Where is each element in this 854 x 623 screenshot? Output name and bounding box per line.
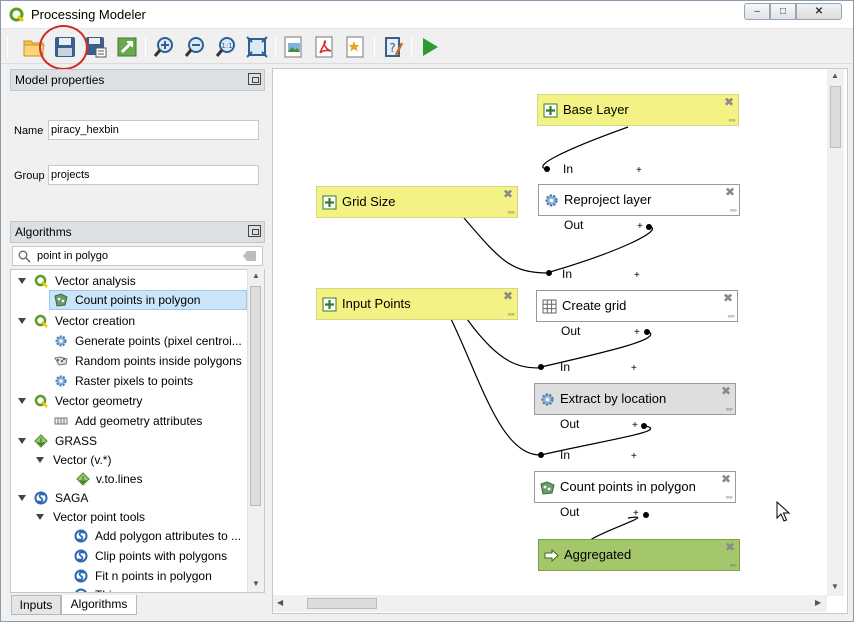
delete-node-icon[interactable]: ✖: [725, 186, 735, 198]
count-points-icon: [540, 481, 555, 495]
link-base-to-reproject: [542, 126, 629, 170]
node-base-layer[interactable]: Base Layer ✖ ◦◦◦: [537, 94, 739, 126]
node-label: Create grid: [562, 298, 627, 313]
node-label: Reproject layer: [564, 192, 652, 207]
port-dot[interactable]: [544, 166, 550, 172]
scroll-up-arrow-icon[interactable]: ▲: [831, 71, 839, 80]
link-points-to-extract: [466, 318, 542, 369]
expand-port-icon[interactable]: +: [636, 166, 642, 176]
node-label: Count points in polygon: [560, 479, 696, 494]
link-points-to-count: [450, 318, 542, 456]
node-menu-icon[interactable]: ◦◦◦: [507, 208, 515, 217]
node-menu-icon[interactable]: ◦◦◦: [729, 561, 737, 570]
expand-port-icon[interactable]: +: [632, 421, 638, 431]
gear-icon: [541, 393, 554, 406]
processing-modeler-window: Processing Modeler – □ ✕ 1:1 ? Model pro…: [0, 0, 854, 622]
plus-input-icon: [322, 297, 337, 312]
plus-input-icon: [322, 195, 337, 210]
expand-port-icon[interactable]: +: [633, 509, 639, 519]
mouse-cursor-icon: [776, 501, 791, 522]
scroll-down-arrow-icon[interactable]: ▼: [831, 582, 839, 591]
delete-node-icon[interactable]: ✖: [721, 385, 731, 397]
port-out-label: Out: [564, 218, 584, 232]
node-grid-size[interactable]: Grid Size ✖ ◦◦◦: [316, 186, 518, 218]
port-dot[interactable]: [538, 364, 544, 370]
scroll-left-arrow-icon[interactable]: ◀: [277, 598, 283, 607]
expand-port-icon[interactable]: +: [634, 328, 640, 338]
output-arrow-icon: [544, 548, 559, 563]
node-label: Extract by location: [560, 391, 667, 406]
node-extract-by-location[interactable]: Extract by location ✖ ◦◦◦: [534, 383, 736, 415]
node-menu-icon[interactable]: ◦◦◦: [729, 206, 737, 215]
node-menu-icon[interactable]: ◦◦◦: [728, 116, 736, 125]
port-in-label: In: [560, 448, 571, 462]
node-label: Grid Size: [342, 194, 396, 209]
canvas-horizontal-scroll-thumb[interactable]: [307, 598, 377, 609]
node-menu-icon[interactable]: ◦◦◦: [725, 405, 733, 414]
delete-node-icon[interactable]: ✖: [724, 96, 734, 108]
canvas-vertical-scrollbar[interactable]: ▲ ▼: [827, 69, 844, 596]
node-create-grid[interactable]: Create grid ✖ ◦◦◦: [536, 290, 738, 322]
node-label: Aggregated: [564, 547, 632, 562]
node-count-points-in-polygon[interactable]: Count points in polygon ✖ ◦◦◦: [534, 471, 736, 503]
port-in-label: In: [562, 267, 573, 281]
link-count-to-aggregated: [588, 516, 639, 542]
node-menu-icon[interactable]: ◦◦◦: [507, 310, 515, 319]
grid-icon: [542, 299, 557, 314]
delete-node-icon[interactable]: ✖: [723, 292, 733, 304]
node-aggregated-output[interactable]: Aggregated ✖ ◦◦◦: [538, 539, 740, 571]
canvas-vertical-scroll-thumb[interactable]: [830, 86, 841, 148]
delete-node-icon[interactable]: ✖: [721, 473, 731, 485]
port-dot[interactable]: [646, 224, 652, 230]
node-label: Base Layer: [563, 102, 629, 117]
port-dot[interactable]: [643, 512, 649, 518]
port-in-label: In: [560, 360, 571, 374]
port-dot[interactable]: [538, 452, 544, 458]
expand-port-icon[interactable]: +: [634, 271, 640, 281]
port-dot[interactable]: [644, 329, 650, 335]
port-out-label: Out: [560, 505, 580, 519]
node-input-points[interactable]: Input Points ✖ ◦◦◦: [316, 288, 518, 320]
expand-port-icon[interactable]: +: [631, 364, 637, 374]
expand-port-icon[interactable]: +: [637, 222, 643, 232]
node-menu-icon[interactable]: ◦◦◦: [727, 312, 735, 321]
port-out-label: Out: [561, 324, 581, 338]
port-dot[interactable]: [641, 423, 647, 429]
scroll-right-arrow-icon[interactable]: ▶: [815, 598, 821, 607]
gear-icon: [545, 194, 558, 207]
port-dot[interactable]: [546, 270, 552, 276]
port-in-label: In: [563, 162, 574, 176]
link-gridsize-to-creategrid: [463, 217, 550, 274]
plus-input-icon: [543, 103, 558, 118]
port-out-label: Out: [560, 417, 580, 431]
node-menu-icon[interactable]: ◦◦◦: [725, 493, 733, 502]
node-label: Input Points: [342, 296, 411, 311]
link-reproject-to-creategrid: [549, 226, 654, 273]
expand-port-icon[interactable]: +: [631, 452, 637, 462]
delete-node-icon[interactable]: ✖: [503, 188, 513, 200]
node-reproject-layer[interactable]: Reproject layer ✖ ◦◦◦: [538, 184, 740, 216]
delete-node-icon[interactable]: ✖: [725, 541, 735, 553]
delete-node-icon[interactable]: ✖: [503, 290, 513, 302]
